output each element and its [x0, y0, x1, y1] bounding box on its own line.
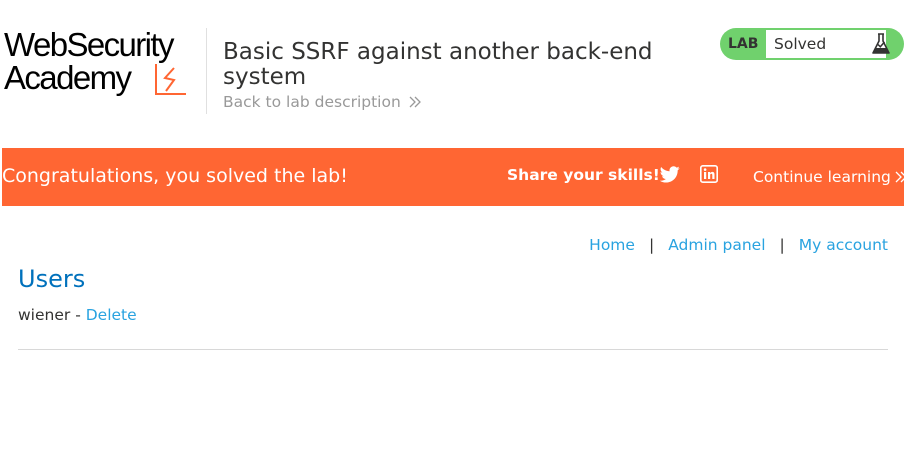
web-security-academy-logo[interactable]: WebSecurity Academy [4, 28, 204, 100]
header: WebSecurity Academy Basic SSRF against a… [0, 0, 913, 148]
flask-icon [872, 33, 890, 54]
back-to-lab-description-link[interactable]: Back to lab description [223, 93, 421, 111]
continue-learning-link[interactable]: Continue learning [753, 168, 907, 186]
user-row-separator: - [70, 306, 86, 324]
congratulations-message: Congratulations, you solved the lab! [2, 165, 348, 187]
nav-separator: | [779, 236, 785, 254]
share-skills-label: Share your skills! [507, 166, 660, 184]
nav-admin-panel-link[interactable]: Admin panel [668, 236, 765, 254]
lab-title: Basic SSRF against another back-end syst… [223, 39, 653, 91]
double-chevron-right-icon [895, 171, 907, 183]
nav-my-account-link[interactable]: My account [799, 236, 888, 254]
top-nav: Home | Admin panel | My account [589, 236, 888, 254]
solved-banner: Congratulations, you solved the lab! Sha… [2, 148, 907, 206]
twitter-icon[interactable] [660, 166, 680, 183]
nav-home-link[interactable]: Home [589, 236, 635, 254]
user-row: wiener - Delete [18, 306, 137, 324]
lab-status-tag: LAB [728, 36, 759, 52]
linkedin-icon[interactable] [700, 165, 718, 183]
continue-learning-label: Continue learning [753, 168, 891, 186]
double-chevron-right-icon [409, 96, 421, 108]
content-divider [18, 349, 888, 350]
logo-mark-icon [155, 64, 186, 95]
username: wiener [18, 306, 71, 324]
users-heading: Users [18, 265, 86, 293]
lab-status-value: Solved [766, 30, 886, 58]
nav-separator: | [648, 236, 655, 254]
back-link-label: Back to lab description [223, 93, 401, 111]
header-divider [206, 28, 207, 114]
logo-line-1: WebSecurity [4, 26, 174, 63]
logo-line-2: Academy [4, 59, 132, 96]
delete-user-link[interactable]: Delete [86, 306, 137, 324]
